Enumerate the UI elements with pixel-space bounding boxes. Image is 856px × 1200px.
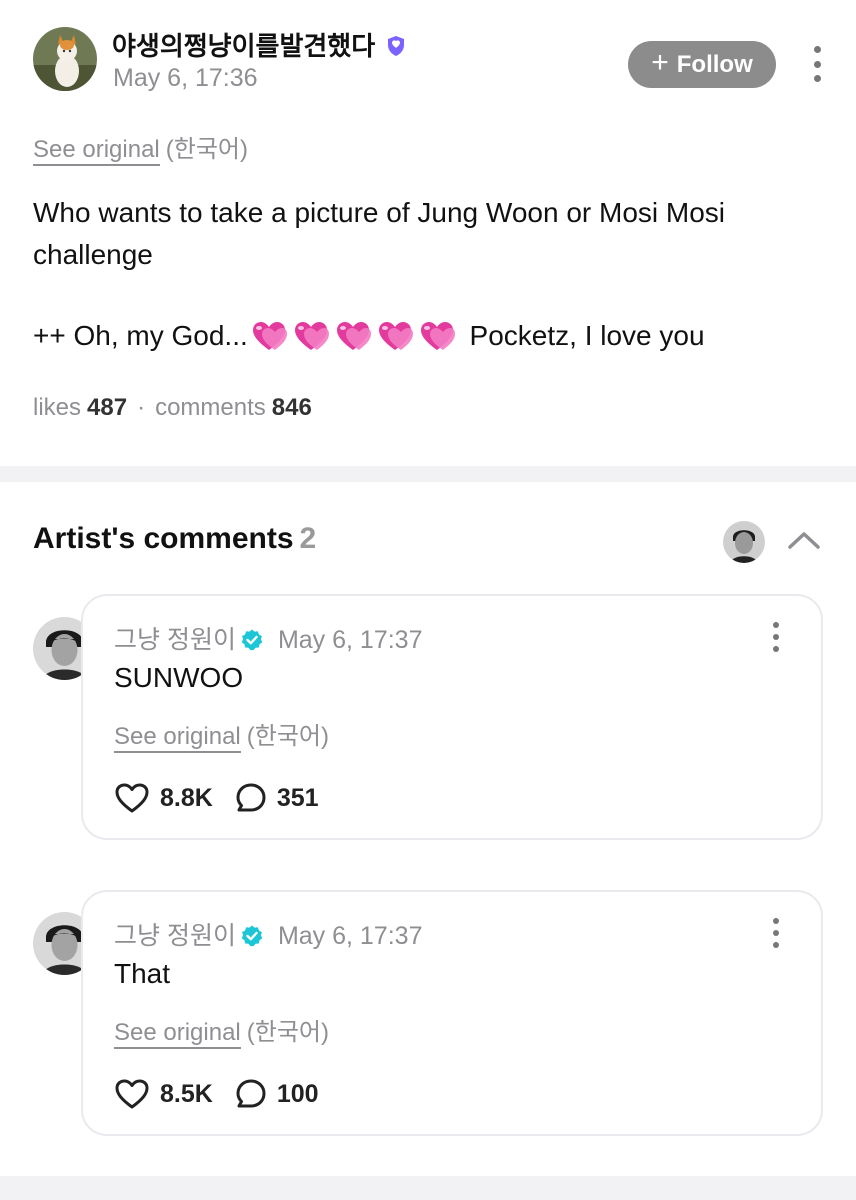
follow-button-label: Follow [676,50,753,78]
stats-separator: · [137,394,146,421]
post-more-icon[interactable] [806,42,828,86]
post-text-line1: Who wants to take a picture of Jung Woon… [33,197,726,270]
comment-more-icon[interactable] [769,622,783,652]
see-original-link[interactable]: See original [114,1019,241,1049]
post-author-name-text[interactable]: 야생의쩡냥이를발견했다 [112,31,375,61]
post-text-line2-prefix: ++ Oh, my God... [33,320,248,351]
comment-like-count: 8.5K [160,1079,213,1108]
comment-author-name[interactable]: 그냥 정원이 [114,626,236,654]
post-author-avatar[interactable] [33,27,97,91]
sparkling-heart-emoji-icon [252,322,287,350]
comment-author-name[interactable]: 그냥 정원이 [114,922,236,950]
verified-shield-icon [384,34,408,65]
speech-bubble-icon[interactable] [235,782,267,814]
artist-comments-count: 2 [299,522,317,555]
comment-meta: 그냥 정원이 May 6, 17:37 [114,620,422,656]
artist-avatar-small[interactable] [723,521,765,563]
artist-comment-card: 그냥 정원이 May 6, 17:37 SUNWOO See original (한… [81,594,823,840]
verified-check-icon [241,629,263,651]
follow-button[interactable]: + Follow [628,41,776,88]
comment-more-icon[interactable] [769,918,783,948]
section-divider [0,466,856,482]
post-timestamp: May 6, 17:36 [113,64,258,92]
original-language-label: (한국어) [246,723,329,750]
comment-actions: 8.8K 351 [114,782,319,814]
comment-reply-count: 351 [276,783,319,812]
comment-timestamp: May 6, 17:37 [277,626,423,654]
see-original-link[interactable]: See original [114,723,241,753]
see-original-link[interactable]: See original [33,136,160,166]
artist-comments-title: Artist's comments 2 [33,522,316,556]
comments-count: 846 [271,394,312,421]
likes-count: 487 [87,394,128,421]
artist-comment-card: 그냥 정원이 May 6, 17:37 That See original (한국어… [81,890,823,1136]
sparkling-heart-emoji-icon [420,322,455,350]
likes-label[interactable]: likes [33,394,81,421]
comment-translation-toggle: See original (한국어) [114,1012,329,1049]
comment-reply-count: 100 [276,1079,319,1108]
speech-bubble-icon[interactable] [235,1078,267,1110]
section-divider [0,1176,856,1200]
original-language-label: (한국어) [246,1019,329,1046]
post-header: 야생의쩡냥이를발견했다 May 6, 17:36 + Follow [0,0,856,120]
sparkling-heart-emoji-icon [378,322,413,350]
comment-text: SUNWOO [114,662,244,693]
sparkling-heart-emoji-icon [294,322,329,350]
post-translation-toggle: See original (한국어) [33,129,248,166]
comment-meta: 그냥 정원이 May 6, 17:37 [114,916,422,952]
post-stats: likes 487 · comments 846 [33,394,312,422]
comment-text: That [114,958,171,989]
original-language-label: (한국어) [165,136,248,163]
heart-outline-icon[interactable] [114,782,150,814]
post-text-line2: ++ Oh, my God... Pocketz, I love you [33,315,705,364]
post-text-line2-suffix: Pocketz, I love you [469,320,705,351]
comment-like-count: 8.8K [160,783,213,812]
heart-outline-icon[interactable] [114,1078,150,1110]
comments-label[interactable]: comments [155,394,266,421]
sparkling-heart-emoji-icon [336,322,371,350]
chevron-up-icon[interactable] [786,527,822,553]
artist-comments-title-text: Artist's comments [33,522,294,555]
verified-check-icon [241,925,263,947]
comment-timestamp: May 6, 17:37 [277,922,423,950]
post-author-name[interactable]: 야생의쩡냥이를발견했다 [112,26,408,65]
plus-icon: + [651,46,669,79]
comment-actions: 8.5K 100 [114,1078,319,1110]
heart-emoji-group [250,320,460,364]
comment-translation-toggle: See original (한국어) [114,716,329,753]
